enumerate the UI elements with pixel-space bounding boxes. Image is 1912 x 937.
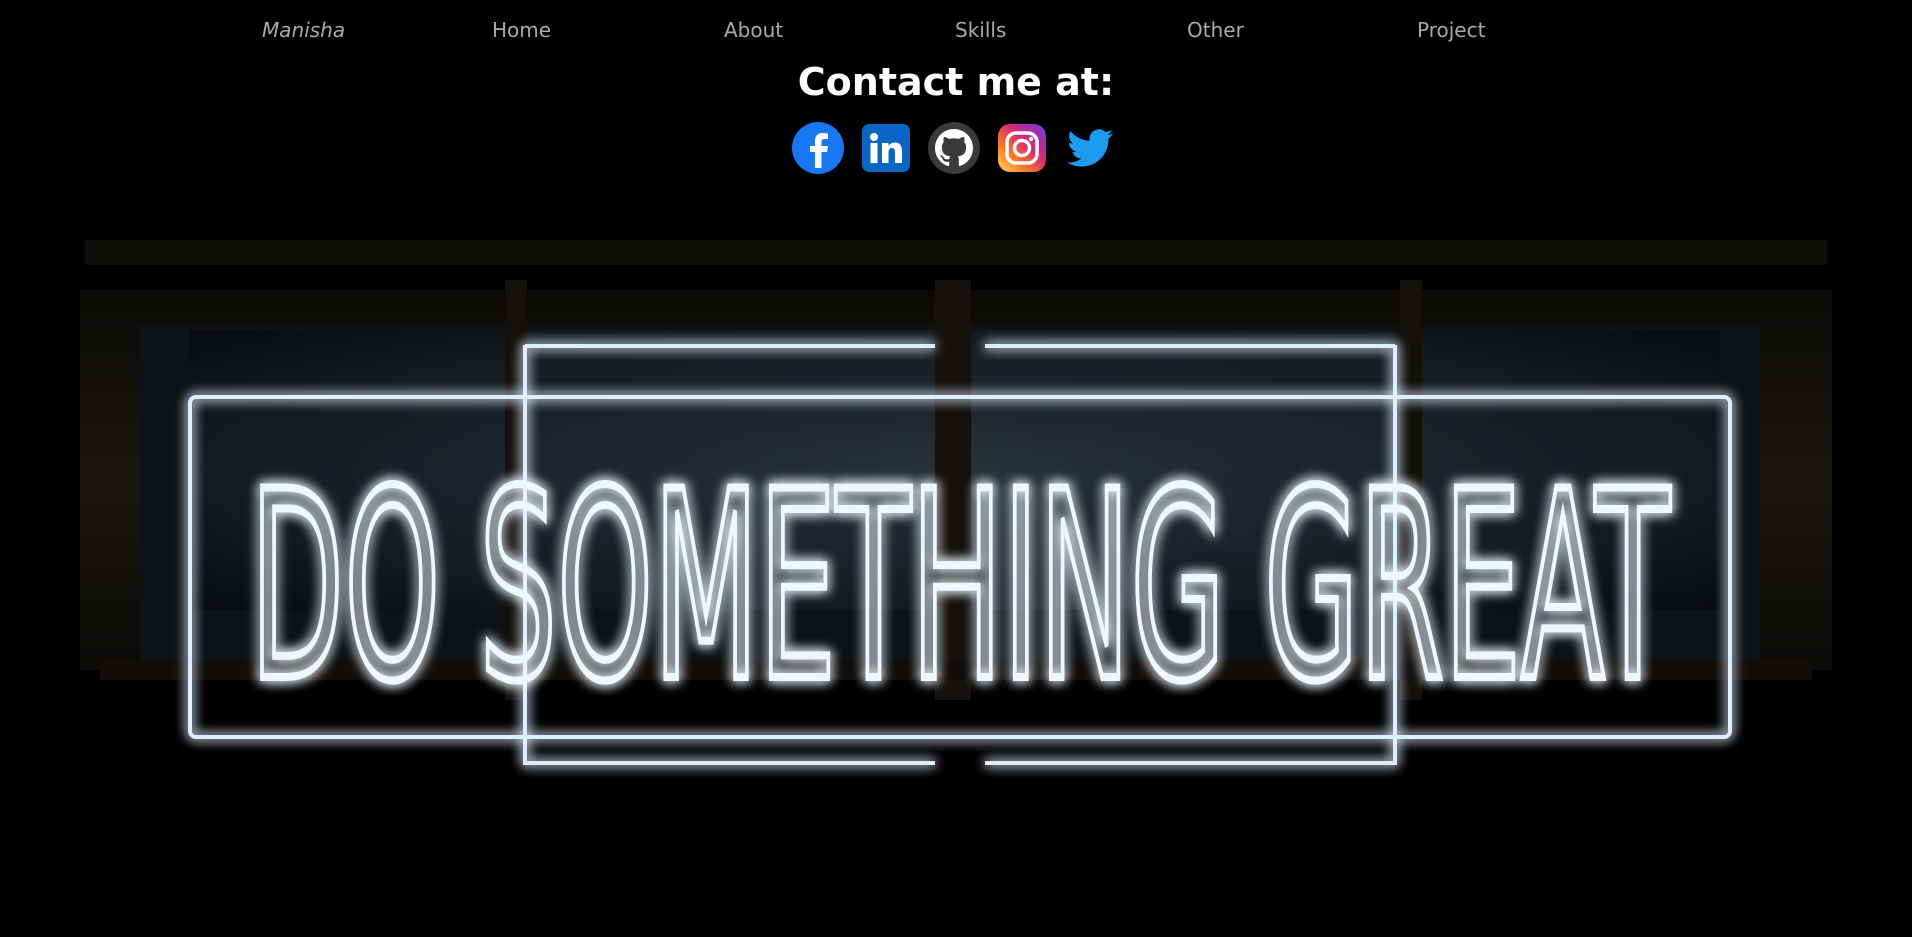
page: Manisha Home About Skills Other Project … — [0, 0, 1912, 937]
nav-link-other[interactable]: Other — [1187, 18, 1244, 42]
brand-name[interactable]: Manisha — [262, 18, 345, 42]
hero-neon-image: DO SOMETHING GREAT — [60, 240, 1852, 840]
social-links — [791, 121, 1117, 177]
neon-text: DO SOMETHING GREAT — [250, 437, 1672, 739]
top-navbar: Manisha Home About Skills Other Project — [0, 0, 1912, 60]
contact-heading: Contact me at: — [797, 60, 1115, 104]
instagram-icon[interactable] — [995, 121, 1049, 175]
nav-link-skills[interactable]: Skills — [955, 18, 1006, 42]
nav-link-about[interactable]: About — [724, 18, 783, 42]
nav-link-home[interactable]: Home — [492, 18, 551, 42]
neon-sign-illustration: DO SOMETHING GREAT — [80, 240, 1832, 765]
nav-link-project[interactable]: Project — [1417, 18, 1485, 42]
github-icon[interactable] — [927, 121, 981, 175]
twitter-icon[interactable] — [1063, 121, 1117, 175]
facebook-icon[interactable] — [791, 121, 845, 175]
linkedin-icon[interactable] — [859, 121, 913, 175]
